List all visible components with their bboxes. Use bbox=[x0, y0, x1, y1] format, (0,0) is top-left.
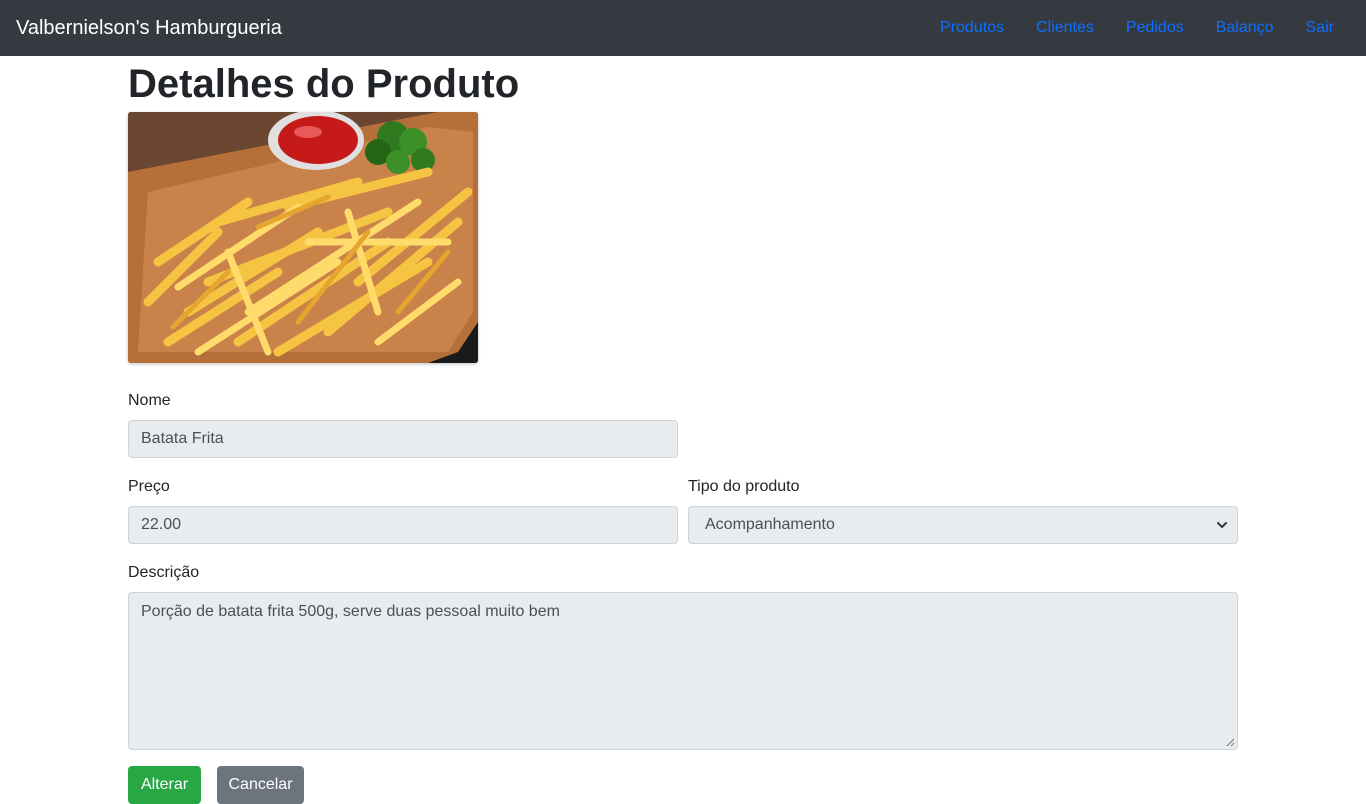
descricao-label: Descrição bbox=[128, 564, 200, 581]
nav-link-pedidos[interactable]: Pedidos bbox=[1110, 18, 1200, 38]
descricao-value: Porção de batata frita 500g, serve duas … bbox=[141, 603, 560, 620]
nome-field[interactable]: Batata Frita bbox=[128, 420, 678, 458]
nome-label: Nome bbox=[128, 392, 171, 409]
descricao-textarea[interactable]: Porção de batata frita 500g, serve duas … bbox=[128, 592, 1238, 750]
tipo-produto-select[interactable]: Acompanhamento bbox=[688, 506, 1238, 544]
page-title: Detalhes do Produto bbox=[128, 62, 520, 106]
nav-link-sair[interactable]: Sair bbox=[1290, 18, 1350, 38]
tipo-produto-label: Tipo do produto bbox=[688, 478, 800, 495]
brand-link[interactable]: Valbernielson's Hamburgueria bbox=[16, 16, 282, 40]
preco-field[interactable]: 22.00 bbox=[128, 506, 678, 544]
nav-links: Produtos Clientes Pedidos Balanço Sair bbox=[924, 18, 1350, 38]
nav-link-produtos[interactable]: Produtos bbox=[924, 18, 1020, 38]
cancelar-button[interactable]: Cancelar bbox=[217, 766, 304, 804]
tipo-produto-value: Acompanhamento bbox=[705, 516, 835, 533]
nav-link-clientes[interactable]: Clientes bbox=[1020, 18, 1110, 38]
product-image bbox=[128, 112, 478, 363]
preco-label: Preço bbox=[128, 478, 170, 495]
nav-link-balanco[interactable]: Balanço bbox=[1200, 18, 1290, 38]
alterar-button[interactable]: Alterar bbox=[128, 766, 201, 804]
chevron-down-icon bbox=[1217, 522, 1227, 528]
resize-handle-icon[interactable] bbox=[1226, 738, 1235, 747]
top-navbar: Valbernielson's Hamburgueria Produtos Cl… bbox=[0, 0, 1366, 56]
